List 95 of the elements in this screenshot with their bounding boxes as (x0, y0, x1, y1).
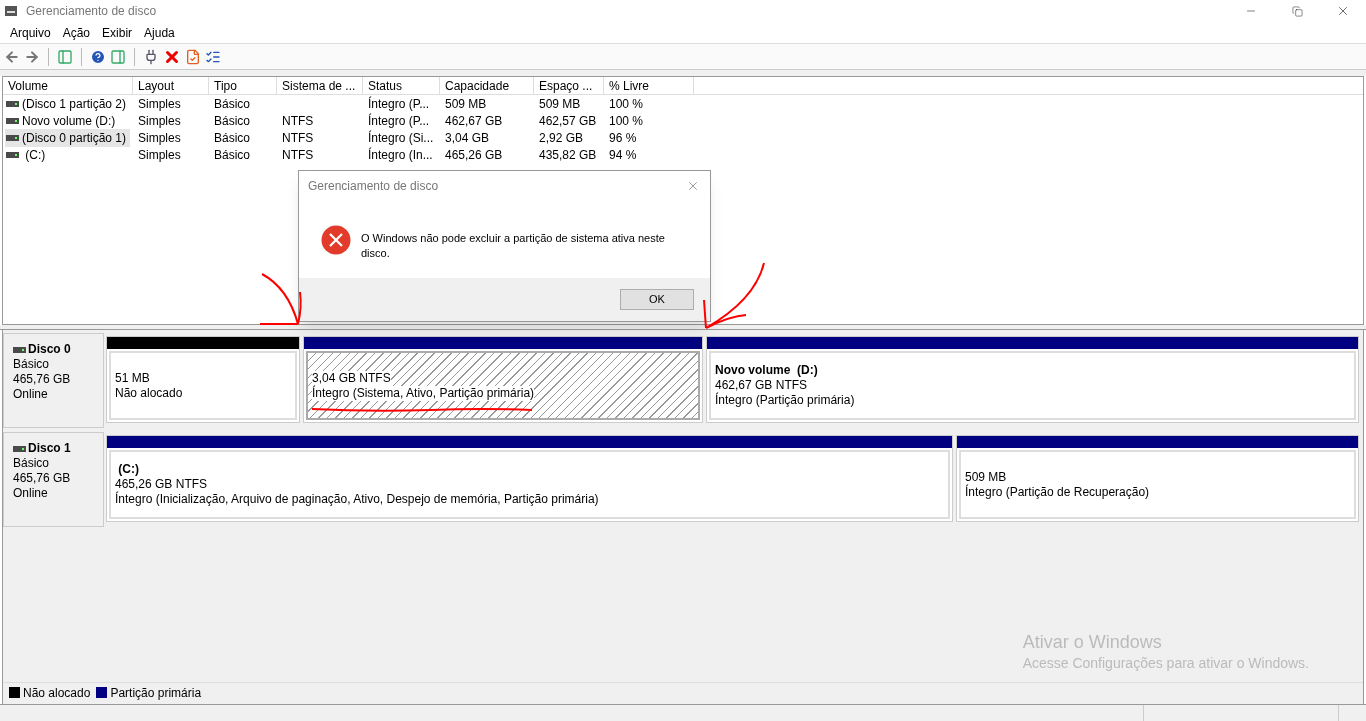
partition-block[interactable]: 509 MB Íntegro (Partição de Recuperação) (956, 435, 1359, 522)
table-cell-text: 100 % (609, 112, 644, 130)
table-cell-text: 465,26 GB (445, 146, 503, 164)
disk-name: Disco 1 (28, 441, 71, 456)
disk-label-panel[interactable]: Disco 1 Básico 465,76 GB Online (3, 432, 104, 527)
disk-label-panel[interactable]: Disco 0 Básico 465,76 GB Online (3, 333, 104, 428)
volume-name: (Disco 1 partição 2) (22, 95, 127, 113)
volume-row-item[interactable]: (Disco 0 partição 1) (5, 128, 131, 147)
disk-name: Disco 0 (28, 342, 71, 357)
volume-row-item[interactable]: (Disco 1 partição 2) (5, 94, 131, 113)
dialog-message: O Windows não pode excluir a partição de sistema ativa neste disco. (361, 231, 666, 261)
drive-icon (6, 134, 19, 141)
column-header[interactable]: Status (363, 77, 440, 94)
table-cell-text: Básico (214, 129, 251, 147)
menu-item[interactable]: Exibir (96, 23, 139, 42)
volume-row-item[interactable]: (C:) (5, 145, 50, 164)
volume-name: Novo volume (D:) (22, 112, 116, 130)
table-cell-text: Básico (214, 95, 251, 113)
volume-name: (Disco 0 partição 1) (22, 129, 127, 147)
table-cell-text: Básico (214, 112, 251, 130)
partition-block[interactable]: Novo volume (D:) 462,67 GB NTFS Íntegro (Partição primária) (706, 336, 1359, 423)
drive-icon (6, 117, 19, 124)
partition-title: (C:) (117, 462, 139, 477)
table-cell-text: NTFS (282, 146, 314, 164)
volume-name: (C:) (24, 146, 46, 164)
table-cell-text: 435,82 GB (539, 146, 597, 164)
partition-info: Íntegro (Partição primária) (715, 393, 855, 408)
dialog-title: Gerenciamento de disco (308, 178, 439, 195)
ok-button[interactable]: OK (620, 289, 694, 310)
partition-info: Íntegro (Inicialização, Arquivo de paginação, Ativo, Despejo de memória, Partição primária) (115, 492, 599, 507)
partition-info: 462,67 GB NTFS (715, 378, 808, 393)
column-header[interactable]: Sistema de ... (277, 77, 363, 94)
disk-type: Básico (13, 357, 51, 372)
disk-size: 465,76 GB (13, 471, 72, 486)
check-button[interactable] (185, 48, 201, 65)
table-cell-text: 462,67 GB (445, 112, 503, 130)
restore-icon (1291, 5, 1303, 17)
legend-label: Partição primária (110, 684, 202, 702)
app-icon (4, 5, 18, 17)
console-tree-button[interactable] (57, 48, 73, 65)
partition-info: 465,26 GB NTFS (115, 477, 208, 492)
table-cell-text: Simples (138, 129, 181, 147)
table-cell-text: 96 % (609, 129, 637, 147)
table-cell-text: 94 % (609, 146, 637, 164)
back-button[interactable] (4, 48, 20, 65)
error-icon (321, 225, 351, 255)
column-header[interactable]: Layout (133, 77, 209, 94)
partition-block[interactable]: 3,04 GB NTFS Íntegro (Sistema, Ativo, Partição primária) (303, 336, 703, 423)
table-cell-text: Simples (138, 146, 181, 164)
table-cell-text: Básico (214, 146, 251, 164)
annotation-arrow (700, 260, 768, 332)
table-cell-text: Íntegro (Si... (368, 129, 434, 147)
table-cell-text: 100 % (609, 95, 644, 113)
partition-info: Íntegro (Sistema, Ativo, Partição primária) (312, 385, 535, 401)
table-cell-text: NTFS (282, 129, 314, 147)
column-header[interactable]: Capacidade (440, 77, 534, 94)
drive-icon (13, 346, 26, 353)
table-cell-text: 509 MB (445, 95, 487, 113)
disk-status: Online (13, 486, 49, 501)
menu-item[interactable]: Ação (56, 23, 97, 42)
dialog-close-button[interactable] (686, 179, 700, 193)
drive-icon (6, 151, 19, 158)
table-cell-text: 2,92 GB (539, 129, 584, 147)
table-cell-text: Simples (138, 112, 181, 130)
volume-row-item[interactable]: Novo volume (D:) (5, 111, 120, 130)
column-header[interactable]: Espaço ... (534, 77, 604, 94)
help-button[interactable] (90, 48, 106, 65)
close-icon (1336, 4, 1350, 18)
partition-info: Íntegro (Partição de Recuperação) (965, 484, 1150, 500)
drive-icon (13, 445, 26, 452)
partition-title: Novo volume (D:) (715, 363, 818, 378)
table-cell-text: 462,57 GB (539, 112, 597, 130)
column-header[interactable]: % Livre (604, 77, 694, 94)
column-header[interactable]: Volume (3, 77, 133, 94)
partition-block[interactable]: 51 MB Não alocado (106, 336, 300, 423)
partition-info: 3,04 GB NTFS (312, 370, 391, 386)
table-cell-text: Íntegro (P... (368, 95, 430, 113)
window-title: Gerenciamento de disco (26, 3, 157, 20)
disk-size: 465,76 GB (13, 372, 72, 387)
table-cell-text: Íntegro (P... (368, 112, 430, 130)
legend-label: Não alocado (23, 684, 91, 702)
connect-button[interactable] (143, 48, 159, 65)
forward-button[interactable] (24, 48, 40, 65)
drive-icon (6, 100, 19, 107)
disk-type: Básico (13, 456, 51, 471)
menu-item[interactable]: Ajuda (138, 23, 181, 42)
table-cell-text: Simples (138, 95, 181, 113)
menu-item[interactable]: Arquivo (4, 23, 57, 42)
table-cell-text: Íntegro (In... (368, 146, 433, 164)
table-cell-text: 509 MB (539, 95, 581, 113)
table-cell-text: NTFS (282, 112, 314, 130)
table-cell-text: 3,04 GB (445, 129, 490, 147)
disk-status: Online (13, 387, 49, 402)
column-header[interactable]: Tipo (209, 77, 277, 94)
partition-block[interactable]: (C:) 465,26 GB NTFS Íntegro (Inicialização, Arquivo de paginação, Ativo, Despejo de memória, Partição primária) (106, 435, 953, 522)
